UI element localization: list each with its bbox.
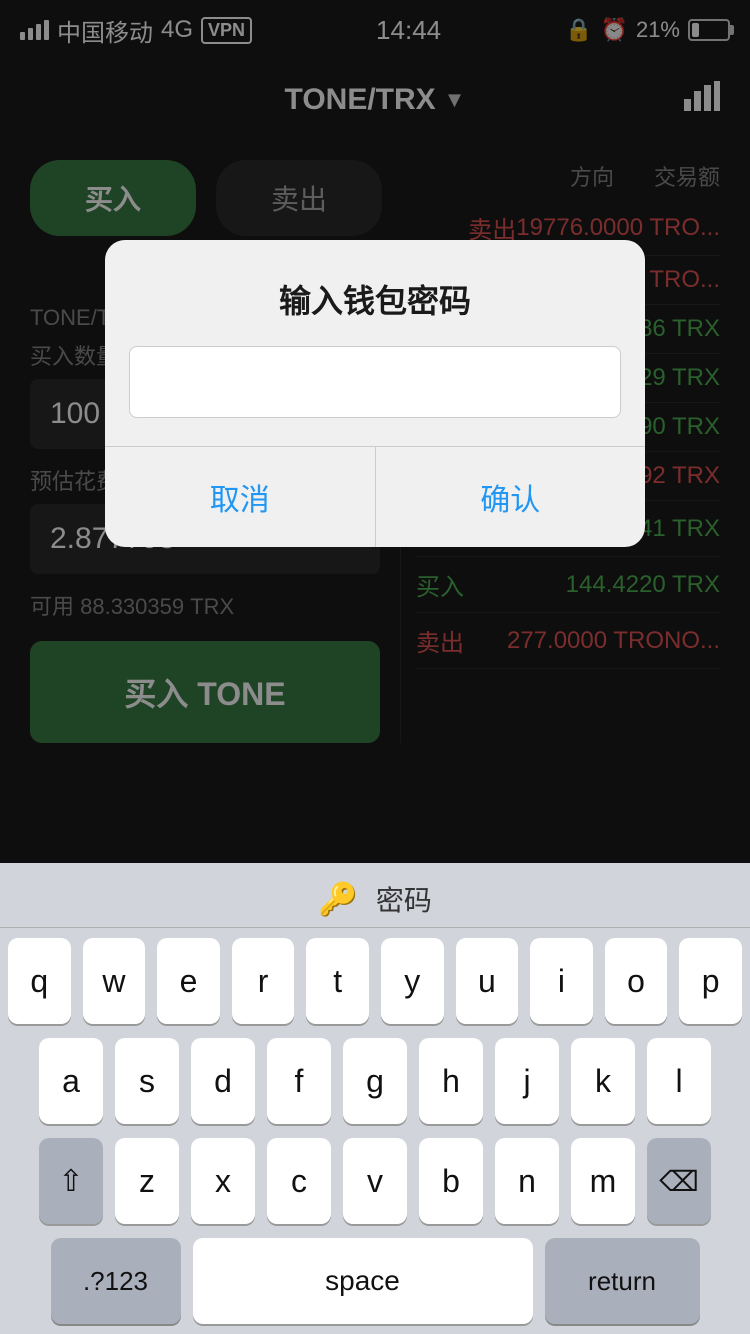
- key-j[interactable]: j: [495, 1038, 559, 1124]
- key-c[interactable]: c: [267, 1138, 331, 1224]
- key-r[interactable]: r: [232, 938, 295, 1024]
- cancel-button[interactable]: 取消: [105, 447, 376, 547]
- keyboard: 🔑 密码 q w e r t y u i o p a s d f g h j k…: [0, 863, 750, 1334]
- key-t[interactable]: t: [306, 938, 369, 1024]
- space-key[interactable]: space: [193, 1238, 533, 1324]
- key-v[interactable]: v: [343, 1138, 407, 1224]
- dialog-title: 输入钱包密码: [105, 240, 645, 346]
- dialog-buttons: 取消 确认: [105, 446, 645, 547]
- key-o[interactable]: o: [605, 938, 668, 1024]
- key-p[interactable]: p: [679, 938, 742, 1024]
- keyboard-header-text: 密码: [376, 879, 432, 919]
- key-y[interactable]: y: [381, 938, 444, 1024]
- keyboard-row-3: ⇧ z x c v b n m ⌫: [8, 1138, 742, 1224]
- dialog-input-wrap: [105, 346, 645, 446]
- keyboard-row-4: .?123 space return: [8, 1238, 742, 1324]
- keyboard-row-2: a s d f g h j k l: [8, 1038, 742, 1124]
- key-d[interactable]: d: [191, 1038, 255, 1124]
- key-x[interactable]: x: [191, 1138, 255, 1224]
- shift-icon: ⇧: [58, 1164, 83, 1199]
- confirm-button[interactable]: 确认: [376, 447, 646, 547]
- key-g[interactable]: g: [343, 1038, 407, 1124]
- key-w[interactable]: w: [83, 938, 146, 1024]
- key-q[interactable]: q: [8, 938, 71, 1024]
- key-k[interactable]: k: [571, 1038, 635, 1124]
- key-u[interactable]: u: [456, 938, 519, 1024]
- key-a[interactable]: a: [39, 1038, 103, 1124]
- key-z[interactable]: z: [115, 1138, 179, 1224]
- key-s[interactable]: s: [115, 1038, 179, 1124]
- key-e[interactable]: e: [157, 938, 220, 1024]
- keyboard-header: 🔑 密码: [0, 863, 750, 928]
- key-l[interactable]: l: [647, 1038, 711, 1124]
- wallet-password-dialog: 输入钱包密码 取消 确认: [105, 240, 645, 547]
- backspace-key[interactable]: ⌫: [647, 1138, 711, 1224]
- password-input[interactable]: [129, 346, 621, 418]
- keyboard-row-1: q w e r t y u i o p: [8, 938, 742, 1024]
- return-key[interactable]: return: [545, 1238, 700, 1324]
- num-key[interactable]: .?123: [51, 1238, 181, 1324]
- key-icon: 🔑: [318, 880, 358, 918]
- key-f[interactable]: f: [267, 1038, 331, 1124]
- shift-key[interactable]: ⇧: [39, 1138, 103, 1224]
- key-h[interactable]: h: [419, 1038, 483, 1124]
- backspace-icon: ⌫: [659, 1165, 699, 1198]
- key-i[interactable]: i: [530, 938, 593, 1024]
- key-b[interactable]: b: [419, 1138, 483, 1224]
- key-n[interactable]: n: [495, 1138, 559, 1224]
- keyboard-rows: q w e r t y u i o p a s d f g h j k l ⇧: [0, 928, 750, 1334]
- key-m[interactable]: m: [571, 1138, 635, 1224]
